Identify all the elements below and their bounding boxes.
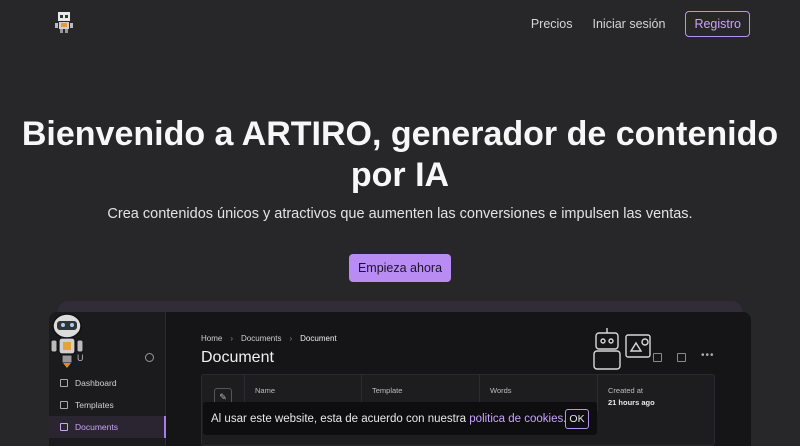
more-options-icon[interactable]: •••	[701, 350, 715, 361]
breadcrumb-current: Document	[300, 334, 337, 343]
sidebar-item-label: Dashboard	[75, 378, 117, 388]
start-now-button[interactable]: Empieza ahora	[349, 254, 451, 282]
meta-words-label: Words	[490, 386, 512, 395]
meta-created-value: 21 hours ago	[608, 398, 655, 407]
breadcrumb-home[interactable]: Home	[201, 334, 222, 343]
nav-pricing-link[interactable]: Precios	[531, 17, 573, 31]
hero-title-line1: Bienvenido a ARTIRO, generador de conten…	[21, 115, 779, 153]
robot-illustration-icon	[593, 328, 651, 370]
top-nav: Precios Iniciar sesión Registro	[531, 11, 750, 37]
nav-login-link[interactable]: Iniciar sesión	[593, 17, 666, 31]
copy-icon[interactable]	[677, 353, 686, 362]
sidebar-item-documents[interactable]: Documents	[49, 416, 166, 438]
hero-title: Bienvenido a ARTIRO, generador de conten…	[0, 114, 800, 196]
breadcrumb: Home › Documents › Document	[201, 334, 337, 343]
sidebar-item-label: Documents	[75, 422, 118, 432]
chevron-right-icon: ›	[289, 334, 293, 343]
sidebar-item-label: Templates	[75, 400, 114, 410]
hero-subtitle: Crea contenidos únicos y atractivos que …	[107, 206, 693, 222]
cookie-ok-button[interactable]: OK	[565, 409, 589, 429]
theme-toggle-icon[interactable]	[145, 353, 154, 362]
cookie-text: Al usar este website, esta de acuerdo co…	[211, 412, 467, 425]
sidebar-item-dashboard[interactable]: Dashboard	[49, 372, 166, 394]
robot-logo-icon[interactable]	[52, 10, 76, 34]
meta-created: Created at 21 hours ago	[597, 375, 715, 411]
chevron-right-icon: ›	[230, 334, 234, 343]
meta-name-label: Name	[255, 386, 276, 395]
cookie-banner: Al usar este website, esta de acuerdo co…	[203, 402, 597, 435]
cookie-policy-link[interactable]: politica de cookies	[469, 413, 563, 425]
save-icon[interactable]	[653, 353, 662, 362]
template-icon	[60, 401, 68, 409]
hero-title-line2: por IA	[350, 156, 450, 194]
register-button[interactable]: Registro	[685, 11, 750, 37]
page-title: Document	[201, 349, 274, 366]
meta-created-label: Created at	[608, 386, 644, 395]
sidebar-item-templates[interactable]: Templates	[49, 394, 166, 416]
grid-icon	[60, 379, 68, 387]
meta-template-label: Template	[372, 386, 403, 395]
robot-mascot-icon	[50, 313, 84, 368]
document-icon	[60, 423, 68, 431]
breadcrumb-documents[interactable]: Documents	[241, 334, 281, 343]
